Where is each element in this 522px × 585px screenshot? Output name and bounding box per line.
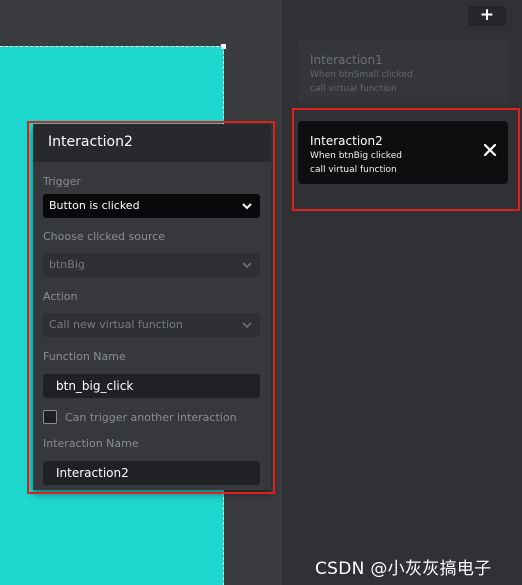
highlight-frame — [27, 121, 275, 494]
add-interaction-button[interactable]: + — [468, 6, 506, 26]
interaction-card-1[interactable]: Interaction1 When btnSmall clicked call … — [298, 40, 508, 103]
interaction-trigger-text: When btnSmall clicked — [310, 70, 413, 80]
interaction-action-text: call virtual function — [310, 84, 397, 94]
plus-icon: + — [479, 5, 495, 25]
watermark: CSDN @小灰灰搞电子 — [315, 559, 492, 579]
resize-handle[interactable] — [221, 44, 226, 49]
highlight-frame — [292, 108, 520, 211]
interactions-panel: + Interaction1 When btnSmall clicked cal… — [282, 0, 522, 585]
interaction-title: Interaction1 — [310, 53, 383, 67]
